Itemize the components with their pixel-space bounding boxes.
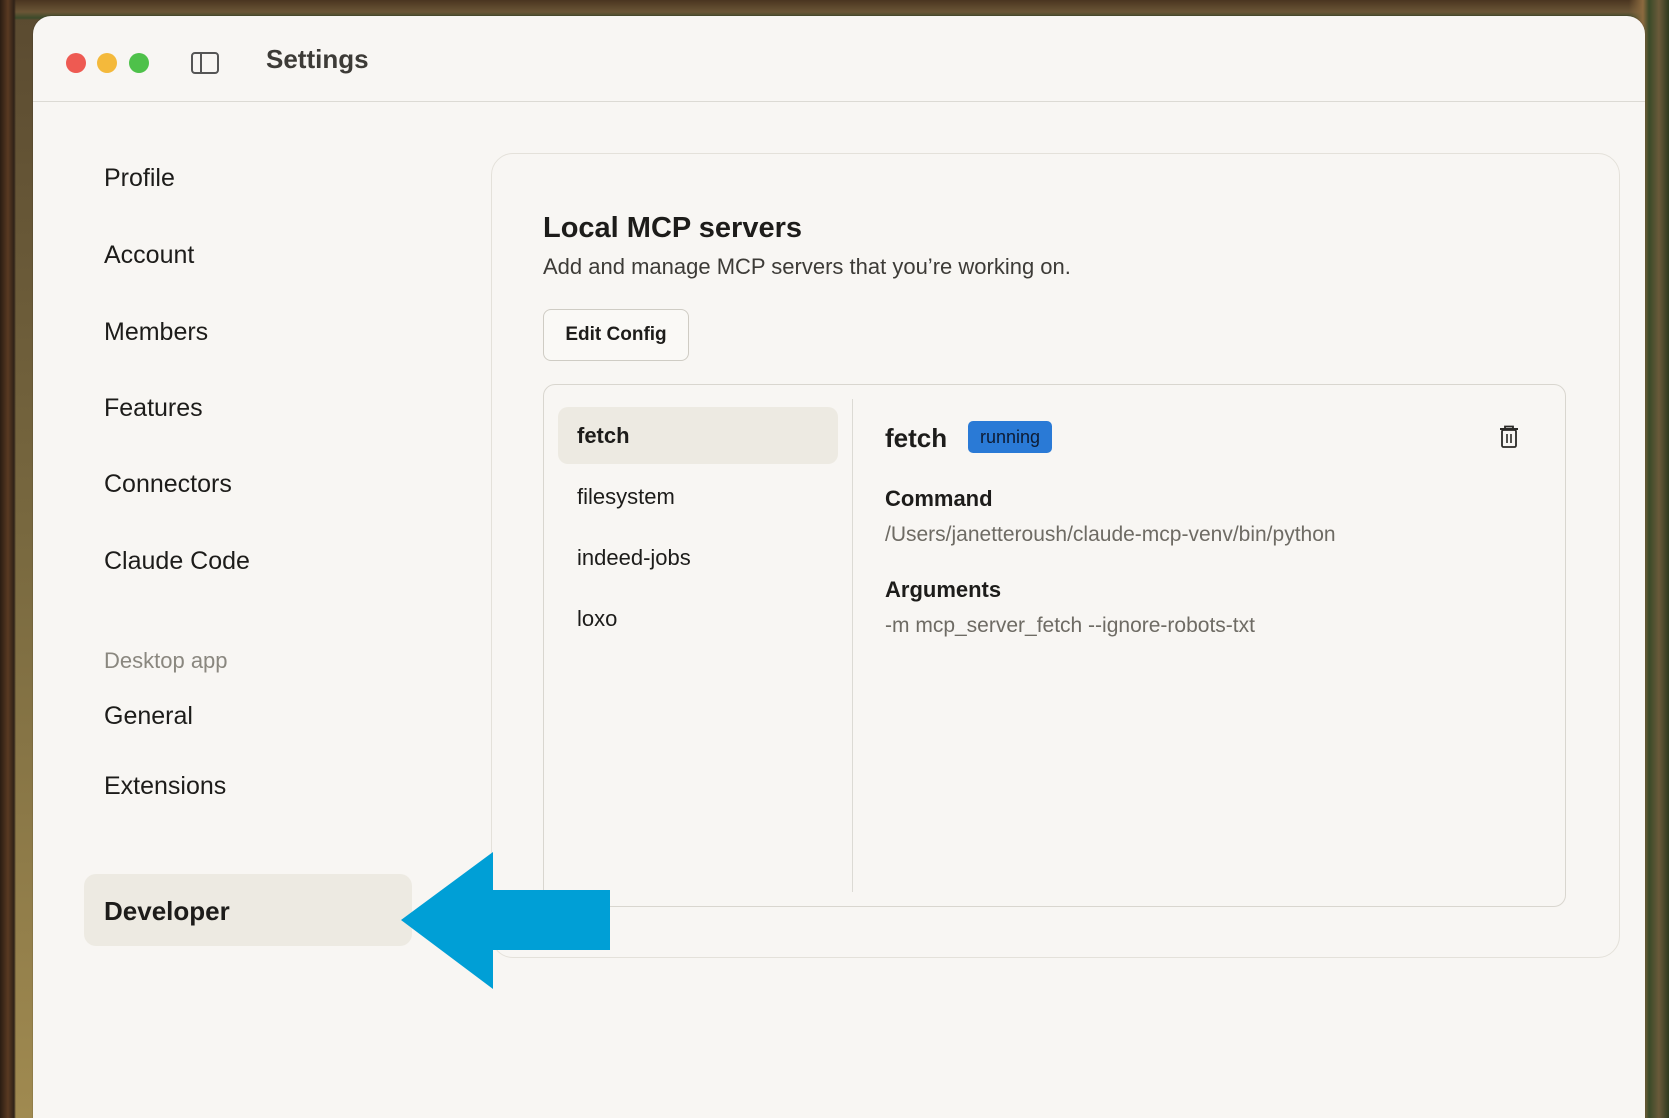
list-divider (852, 399, 853, 892)
status-badge: running (968, 421, 1053, 453)
sidebar-item-developer-label: Developer (104, 896, 230, 926)
server-detail: fetch running Command /Users/janetterous… (885, 385, 1565, 906)
settings-window: Settings Profile Account Members Feature… (33, 16, 1645, 1118)
servers-container: fetch filesystem indeed-jobs loxo fetch … (543, 384, 1566, 907)
minimize-window-button[interactable] (97, 53, 117, 73)
command-label: Command (885, 486, 993, 511)
sidebar-item-general[interactable]: General (104, 702, 193, 731)
server-item-label: loxo (577, 606, 618, 631)
sidebar-item-features[interactable]: Features (104, 394, 203, 423)
sidebar-item-extensions[interactable]: Extensions (104, 772, 226, 801)
page-subtitle: Add and manage MCP servers that you’re w… (543, 254, 1071, 279)
title-bar: Settings (33, 16, 1645, 102)
server-item-label: filesystem (577, 484, 675, 509)
arguments-label: Arguments (885, 577, 1002, 602)
command-value: /Users/janetteroush/claude-mcp-venv/bin/… (885, 523, 1336, 546)
server-item-filesystem[interactable]: filesystem (558, 468, 838, 525)
trash-icon[interactable] (1498, 425, 1520, 449)
server-item-fetch[interactable]: fetch (558, 407, 838, 464)
edit-config-button[interactable]: Edit Config (543, 309, 689, 361)
sidebar-item-members[interactable]: Members (104, 318, 208, 347)
server-item-loxo[interactable]: loxo (558, 590, 838, 647)
server-item-label: fetch (577, 423, 630, 448)
zoom-window-button[interactable] (129, 53, 149, 73)
annotation-arrow (401, 852, 610, 989)
server-detail-name: fetch (885, 423, 948, 453)
mcp-servers-panel: Local MCP servers Add and manage MCP ser… (491, 153, 1620, 958)
server-item-label: indeed-jobs (577, 545, 691, 570)
sidebar-item-developer[interactable]: Developer (84, 874, 412, 946)
sidebar-item-connectors[interactable]: Connectors (104, 470, 232, 499)
page-title: Local MCP servers (543, 212, 802, 244)
server-list: fetch filesystem indeed-jobs loxo (544, 385, 852, 906)
window-title: Settings (266, 44, 369, 74)
sidebar-section-desktop-app: Desktop app (104, 648, 228, 673)
sidebar-toggle-icon[interactable] (191, 52, 219, 74)
arguments-value: -m mcp_server_fetch --ignore-robots-txt (885, 614, 1255, 637)
server-item-indeed-jobs[interactable]: indeed-jobs (558, 529, 838, 586)
sidebar-item-profile[interactable]: Profile (104, 164, 175, 193)
sidebar-item-claude-code[interactable]: Claude Code (104, 547, 250, 576)
close-window-button[interactable] (66, 53, 86, 73)
sidebar-item-account[interactable]: Account (104, 241, 194, 270)
